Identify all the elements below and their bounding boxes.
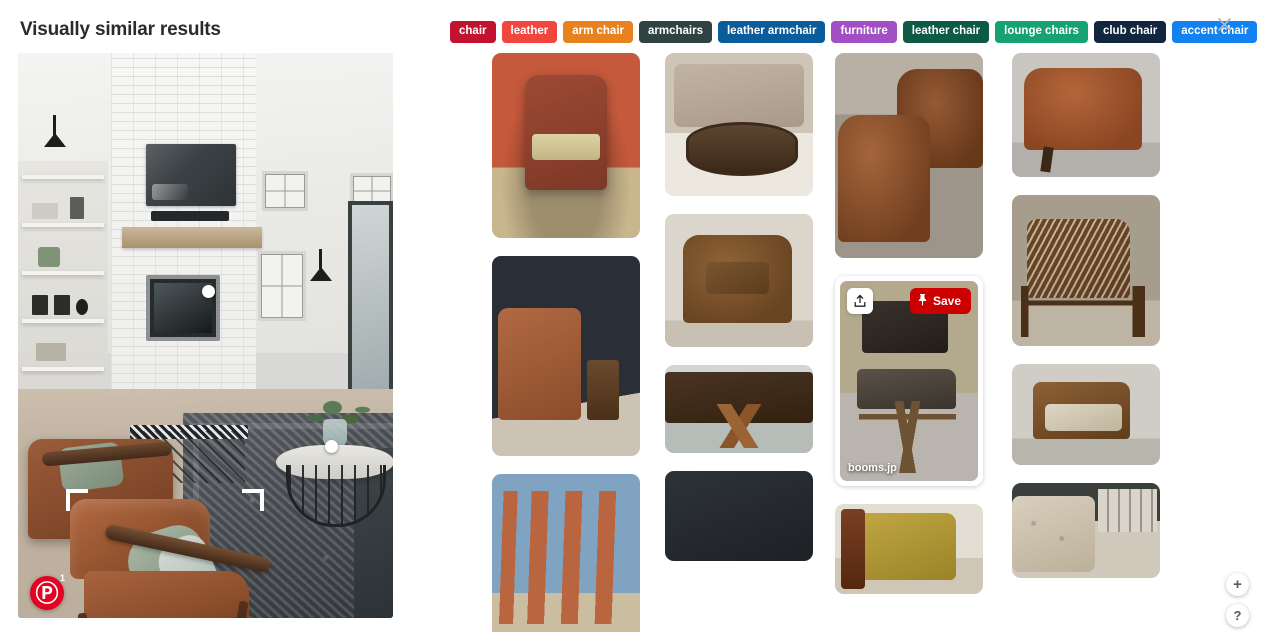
- similar-results-grid: Save booms.jp: [486, 53, 1186, 632]
- pin-image: [665, 365, 813, 453]
- result-sofa-coffee-table[interactable]: [665, 53, 813, 196]
- pin-image: [665, 214, 813, 347]
- tag-pill-armchairs[interactable]: armchairs: [639, 21, 712, 43]
- mantel: [122, 227, 262, 248]
- pushpin-icon: [917, 293, 928, 309]
- related-tags-rail: chair leather arm chair armchairs leather ar…: [450, 21, 1258, 43]
- pin-image: [492, 474, 640, 632]
- pinterest-logo-badge[interactable]: Ⓟ 1: [30, 573, 65, 610]
- result-cowhide-chair[interactable]: [1012, 195, 1160, 346]
- page-title: Visually similar results: [20, 19, 221, 40]
- pin-image: [1012, 364, 1160, 465]
- tag-pill-leather[interactable]: leather: [501, 21, 558, 43]
- pin-image: [492, 256, 640, 456]
- result-tufted-sofa[interactable]: [1012, 483, 1160, 578]
- share-icon[interactable]: [847, 288, 873, 314]
- visual-search-overlay: Visually similar results chair leather arm…: [0, 0, 1263, 632]
- create-button[interactable]: +: [1226, 573, 1249, 596]
- source-room-photo: [18, 53, 393, 618]
- wall-sconce: [44, 115, 66, 149]
- pin-image: [835, 53, 983, 258]
- results-column-0: [492, 53, 640, 632]
- annotation-dot-mantel[interactable]: [202, 285, 215, 298]
- foreground-leather-armchair: [66, 493, 272, 618]
- tag-pill-club-chair[interactable]: club chair: [1093, 21, 1167, 43]
- close-icon[interactable]: [1212, 12, 1236, 36]
- pin-image: [1012, 483, 1160, 578]
- result-yellow-lounge-chair[interactable]: [835, 504, 983, 594]
- source-image-panel[interactable]: Ⓟ 1: [18, 53, 393, 618]
- result-red-wingback-chair[interactable]: [492, 53, 640, 238]
- pin-attribution[interactable]: booms.jp: [848, 462, 897, 474]
- tag-pill-furniture[interactable]: furniture: [831, 21, 897, 43]
- result-slate-texture[interactable]: [665, 471, 813, 561]
- pin-image: [492, 53, 640, 238]
- save-button[interactable]: Save: [909, 288, 971, 314]
- result-wood-frame-chair[interactable]: [1012, 364, 1160, 465]
- pin-badge-count: 1: [59, 573, 65, 583]
- pin-image: [665, 53, 813, 196]
- result-blue-wall-chairs[interactable]: [492, 474, 640, 632]
- result-tan-wing-chair[interactable]: [1012, 53, 1160, 177]
- pinterest-logo-icon: Ⓟ: [35, 580, 59, 606]
- result-dark-wall-armchair[interactable]: [492, 256, 640, 456]
- tag-pill-arm-chair[interactable]: arm chair: [563, 21, 633, 43]
- tag-pill-chair[interactable]: chair: [450, 21, 496, 43]
- results-column-3: [1012, 53, 1160, 596]
- shelf-unit: [18, 161, 108, 401]
- results-column-2: Save booms.jp: [835, 53, 983, 612]
- help-button[interactable]: ?: [1226, 604, 1249, 627]
- tag-pill-leather-chair[interactable]: leather chair: [902, 21, 990, 43]
- result-hovered-dining-chair[interactable]: Save booms.jp: [835, 276, 983, 486]
- wall-mounted-tv: [146, 144, 236, 206]
- results-column-1: [665, 53, 813, 579]
- result-brown-club-armchair[interactable]: [665, 214, 813, 347]
- plus-icon: +: [1233, 576, 1242, 593]
- pin-image: Save booms.jp: [840, 281, 978, 481]
- question-mark-icon: ?: [1233, 608, 1242, 623]
- pin-image: [1012, 53, 1160, 177]
- tag-pill-lounge-chairs[interactable]: lounge chairs: [995, 21, 1088, 43]
- pin-image: [665, 471, 813, 561]
- tag-pill-leather-armchair[interactable]: leather armchair: [717, 21, 826, 43]
- annotation-dot-table[interactable]: [325, 440, 338, 453]
- pin-image: [835, 504, 983, 594]
- result-wood-chair-legs[interactable]: [665, 365, 813, 453]
- pin-image: [1012, 195, 1160, 346]
- result-vintage-club-chairs[interactable]: [835, 53, 983, 258]
- save-button-label: Save: [932, 294, 961, 308]
